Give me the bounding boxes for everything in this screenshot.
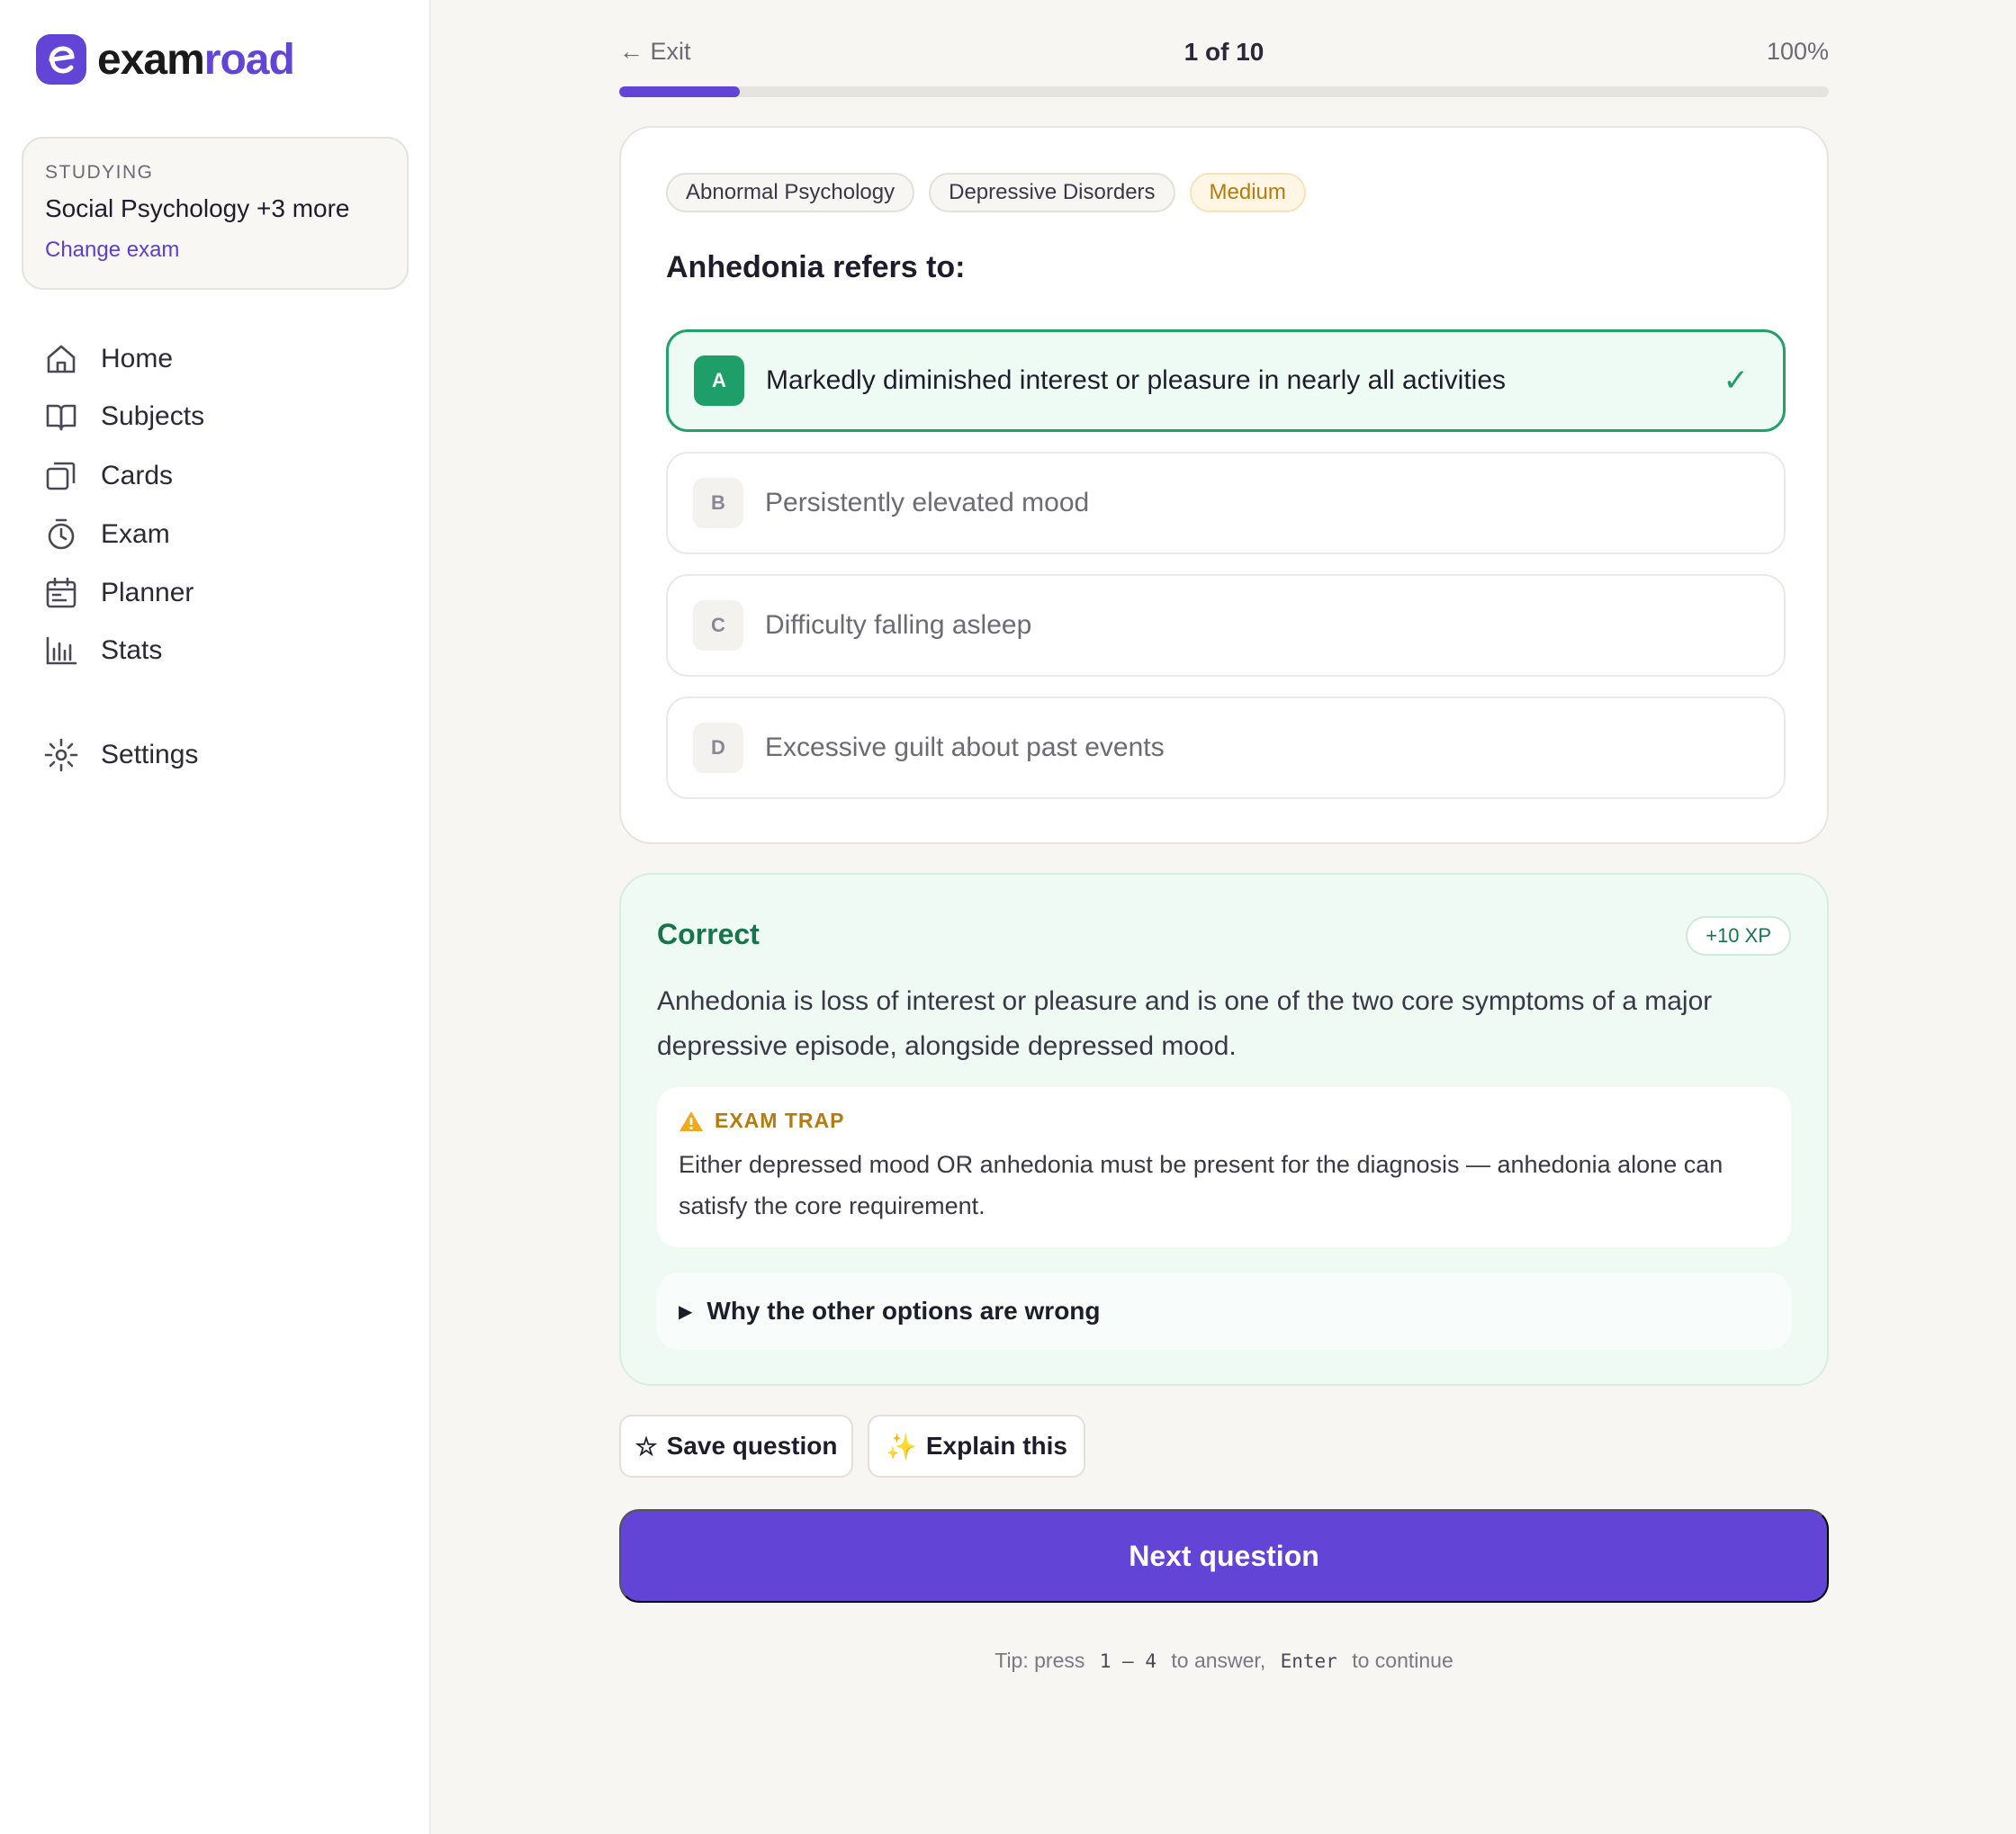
question-counter: 1 of 10	[1184, 38, 1264, 66]
sidebar-item-cards[interactable]: Cards	[43, 449, 173, 503]
sidebar-item-subjects[interactable]: Subjects	[43, 390, 204, 444]
option-text: Markedly diminished interest or pleasure…	[766, 365, 1507, 395]
logo-text-part2: road	[203, 35, 295, 84]
feedback-card: Correct +10 XP Anhedonia is loss of inte…	[619, 873, 1829, 1386]
question-card: Abnormal Psychology Depressive Disorders…	[619, 126, 1829, 844]
exit-link[interactable]: ← Exit	[619, 38, 691, 66]
sidebar-item-label: Cards	[101, 461, 174, 490]
logo-text: examroad	[97, 35, 295, 85]
question-tags: Abnormal Psychology Depressive Disorders…	[666, 173, 1306, 212]
keyboard-tip: Tip: press 1 – 4 to answer, Enter to con…	[619, 1649, 1829, 1673]
option-d[interactable]: D Excessive guilt about past events	[666, 697, 1786, 799]
option-text: Persistently elevated mood	[765, 488, 1090, 517]
sidebar-item-label: Exam	[101, 519, 170, 549]
cards-icon	[46, 462, 76, 490]
why-other-options-label: Why the other options are wrong	[706, 1297, 1101, 1325]
bar-chart-icon	[46, 636, 77, 665]
sidebar-item-planner[interactable]: Planner	[43, 566, 194, 620]
quiz-topbar: 1 of 10 ← Exit 100%	[619, 38, 1829, 74]
option-text: Excessive guilt about past events	[765, 733, 1165, 762]
option-c[interactable]: C Difficulty falling asleep	[666, 574, 1786, 677]
progress-bar-fill	[619, 86, 741, 97]
save-question-label: Save question	[666, 1432, 838, 1460]
topic-tag: Depressive Disorders	[929, 173, 1175, 212]
sidebar-item-label: Stats	[101, 635, 163, 665]
triangle-right-icon: ▶	[679, 1301, 693, 1322]
sidebar-item-label: Settings	[101, 740, 199, 769]
star-icon: ☆	[634, 1432, 658, 1461]
sidebar-item-stats[interactable]: Stats	[43, 624, 162, 678]
gear-icon	[44, 738, 78, 772]
feedback-title: Correct	[657, 918, 760, 950]
home-icon	[47, 345, 76, 373]
tip-key-numbers: 1 – 4	[1099, 1650, 1156, 1672]
studying-title: Social Psychology +3 more	[45, 194, 350, 222]
studying-kicker: STUDYING	[45, 162, 154, 183]
option-letter: B	[693, 478, 743, 528]
sidebar-item-exam[interactable]: Exam	[43, 508, 170, 562]
feedback-explanation: Anhedonia is loss of interest or pleasur…	[657, 986, 1713, 1061]
option-letter: A	[694, 355, 744, 406]
book-icon	[46, 404, 76, 431]
sidebar-item-home[interactable]: Home	[43, 332, 173, 386]
warning-icon	[680, 1110, 703, 1131]
sparkles-icon: ✨	[885, 1432, 917, 1461]
tip-text-2: to answer,	[1171, 1649, 1266, 1672]
subject-tag: Abnormal Psychology	[666, 173, 915, 212]
sidebar-item-label: Planner	[101, 578, 194, 607]
sidebar: examroad STUDYING Social Psychology +3 m…	[0, 0, 431, 1834]
exam-trap-label: EXAM TRAP	[715, 1109, 845, 1132]
explain-this-button[interactable]: ✨ Explain this	[868, 1415, 1085, 1478]
difficulty-tag: Medium	[1189, 173, 1306, 212]
change-exam-link[interactable]: Change exam	[45, 238, 179, 263]
xp-badge: +10 XP	[1686, 916, 1791, 956]
sidebar-item-label: Home	[101, 344, 174, 373]
option-b[interactable]: B Persistently elevated mood	[666, 452, 1786, 554]
option-letter: C	[693, 600, 743, 651]
option-a[interactable]: A Markedly diminished interest or pleasu…	[666, 329, 1786, 432]
timer-icon	[48, 518, 75, 550]
tip-key-enter: Enter	[1280, 1650, 1337, 1672]
tip-text-3: to continue	[1352, 1649, 1454, 1672]
exam-trap-box: EXAM TRAP Either depressed mood OR anhed…	[657, 1087, 1791, 1247]
sidebar-item-label: Subjects	[101, 401, 205, 431]
next-question-button[interactable]: Next question	[619, 1509, 1829, 1603]
logo-mark-icon	[36, 34, 86, 85]
logo-text-part1: exam	[97, 35, 205, 84]
studying-card: STUDYING Social Psychology +3 more Chang…	[22, 137, 409, 290]
logo[interactable]: examroad	[36, 34, 295, 85]
question-title: Anhedonia refers to:	[666, 250, 966, 284]
tip-text-1: Tip: press	[994, 1649, 1085, 1672]
calendar-icon	[46, 577, 76, 608]
progress-bar	[619, 86, 1829, 97]
save-question-button[interactable]: ☆ Save question	[619, 1415, 853, 1478]
sidebar-item-settings[interactable]: Settings	[43, 728, 198, 782]
progress-percent: 100%	[1766, 38, 1829, 65]
option-letter: D	[693, 723, 743, 773]
exam-trap-text: Either depressed mood OR anhedonia must …	[679, 1151, 1724, 1219]
check-icon: ✓	[1723, 364, 1750, 398]
exam-trap-header: EXAM TRAP	[679, 1109, 1769, 1133]
option-text: Difficulty falling asleep	[765, 610, 1032, 640]
explain-this-label: Explain this	[925, 1432, 1068, 1460]
why-other-options-toggle[interactable]: ▶ Why the other options are wrong	[657, 1272, 1791, 1350]
